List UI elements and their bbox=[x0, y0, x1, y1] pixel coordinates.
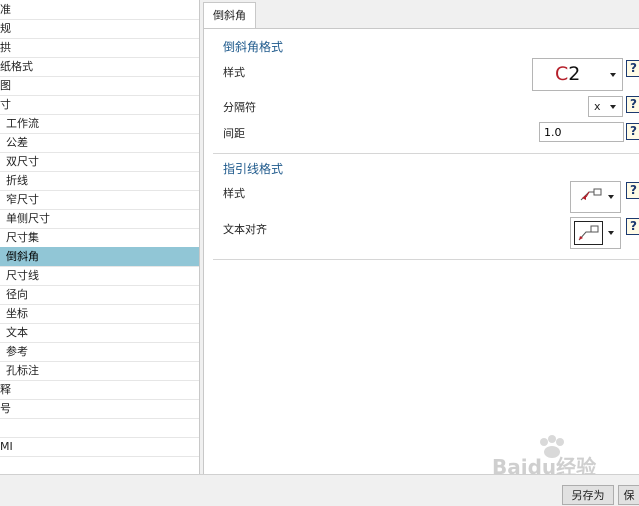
tree-item-single-sided[interactable]: 单侧尺寸 bbox=[0, 209, 199, 229]
tree-item-annotation[interactable]: 释 bbox=[0, 380, 199, 400]
chamfer-style-label: 样式 bbox=[223, 66, 245, 79]
leader-style-icon bbox=[580, 188, 602, 201]
help-icon[interactable]: ? bbox=[626, 96, 639, 113]
tree-item-hole-callout[interactable]: 孔标注 bbox=[0, 361, 199, 381]
chamfer-style-value: C2 bbox=[555, 63, 581, 85]
chevron-down-icon bbox=[610, 72, 616, 77]
tree-item-pmi[interactable]: MI bbox=[0, 437, 199, 457]
separator-value: x bbox=[594, 100, 601, 113]
chevron-down-icon bbox=[610, 104, 616, 109]
category-tree: 准 规 拱 纸格式 图 寸 工作流 公差 双尺寸 折线 窄尺寸 单侧尺寸 尺寸集… bbox=[0, 0, 200, 474]
chamfer-format-title: 倒斜角格式 bbox=[223, 40, 284, 54]
tree-item-narrow-dimension[interactable]: 窄尺寸 bbox=[0, 190, 199, 210]
text-align-icon bbox=[578, 225, 599, 241]
leader-style-label: 样式 bbox=[223, 187, 245, 200]
tab-chamfer[interactable]: 倒斜角 bbox=[203, 2, 256, 29]
tree-item-common[interactable]: 拱 bbox=[0, 38, 199, 58]
separator-label: 分隔符 bbox=[223, 101, 256, 114]
tree-item-workflow[interactable]: 工作流 bbox=[0, 114, 199, 134]
tree-item-standard[interactable]: 准 bbox=[0, 0, 199, 20]
tree-item-sheet-format[interactable]: 纸格式 bbox=[0, 57, 199, 77]
tree-item-rules[interactable]: 规 bbox=[0, 19, 199, 39]
save-button[interactable]: 保 bbox=[618, 485, 639, 505]
baidu-watermark-logo: Baidu经验 bbox=[488, 433, 608, 479]
spacing-input[interactable] bbox=[539, 122, 624, 142]
spacing-label: 间距 bbox=[223, 127, 245, 140]
help-icon[interactable]: ? bbox=[626, 182, 639, 199]
tree-item-fold[interactable]: 折线 bbox=[0, 171, 199, 191]
tree-item-dimension-line[interactable]: 尺寸线 bbox=[0, 266, 199, 286]
help-icon[interactable]: ? bbox=[626, 123, 639, 140]
help-icon[interactable]: ? bbox=[626, 60, 639, 77]
chevron-down-icon bbox=[608, 231, 614, 235]
text-align-label: 文本对齐 bbox=[223, 223, 267, 236]
help-icon[interactable]: ? bbox=[626, 218, 639, 235]
tree-item-coordinate[interactable]: 坐标 bbox=[0, 304, 199, 324]
tree-item-blank[interactable] bbox=[0, 418, 199, 438]
tree-item-view[interactable]: 图 bbox=[0, 76, 199, 96]
save-as-button[interactable]: 另存为 bbox=[562, 485, 614, 505]
chamfer-style-dropdown[interactable]: C2 bbox=[532, 58, 623, 91]
separator-dropdown[interactable]: x bbox=[588, 96, 623, 117]
tree-item-dual-dimension[interactable]: 双尺寸 bbox=[0, 152, 199, 172]
settings-panel: 倒斜角格式 样式 C2 ? 分隔符 x ? 间距 ? 指引线格式 样式 ? 文本… bbox=[203, 28, 639, 476]
tree-item-tolerance[interactable]: 公差 bbox=[0, 133, 199, 153]
text-align-dropdown[interactable] bbox=[570, 217, 621, 249]
section-divider bbox=[213, 259, 639, 260]
bottom-bar: 另存为 保 bbox=[0, 474, 639, 505]
chevron-down-icon bbox=[608, 195, 614, 199]
leader-format-title: 指引线格式 bbox=[223, 162, 284, 176]
tree-item-text[interactable]: 文本 bbox=[0, 323, 199, 343]
tree-item-radial[interactable]: 径向 bbox=[0, 285, 199, 305]
tree-item-dimension[interactable]: 寸 bbox=[0, 95, 199, 115]
tree-item-chamfer[interactable]: 倒斜角 bbox=[0, 247, 199, 267]
section-divider bbox=[213, 153, 639, 154]
tree-item-dimension-set[interactable]: 尺寸集 bbox=[0, 228, 199, 248]
tree-item-reference[interactable]: 参考 bbox=[0, 342, 199, 362]
tree-item-symbol[interactable]: 号 bbox=[0, 399, 199, 419]
leader-style-dropdown[interactable] bbox=[570, 181, 621, 213]
